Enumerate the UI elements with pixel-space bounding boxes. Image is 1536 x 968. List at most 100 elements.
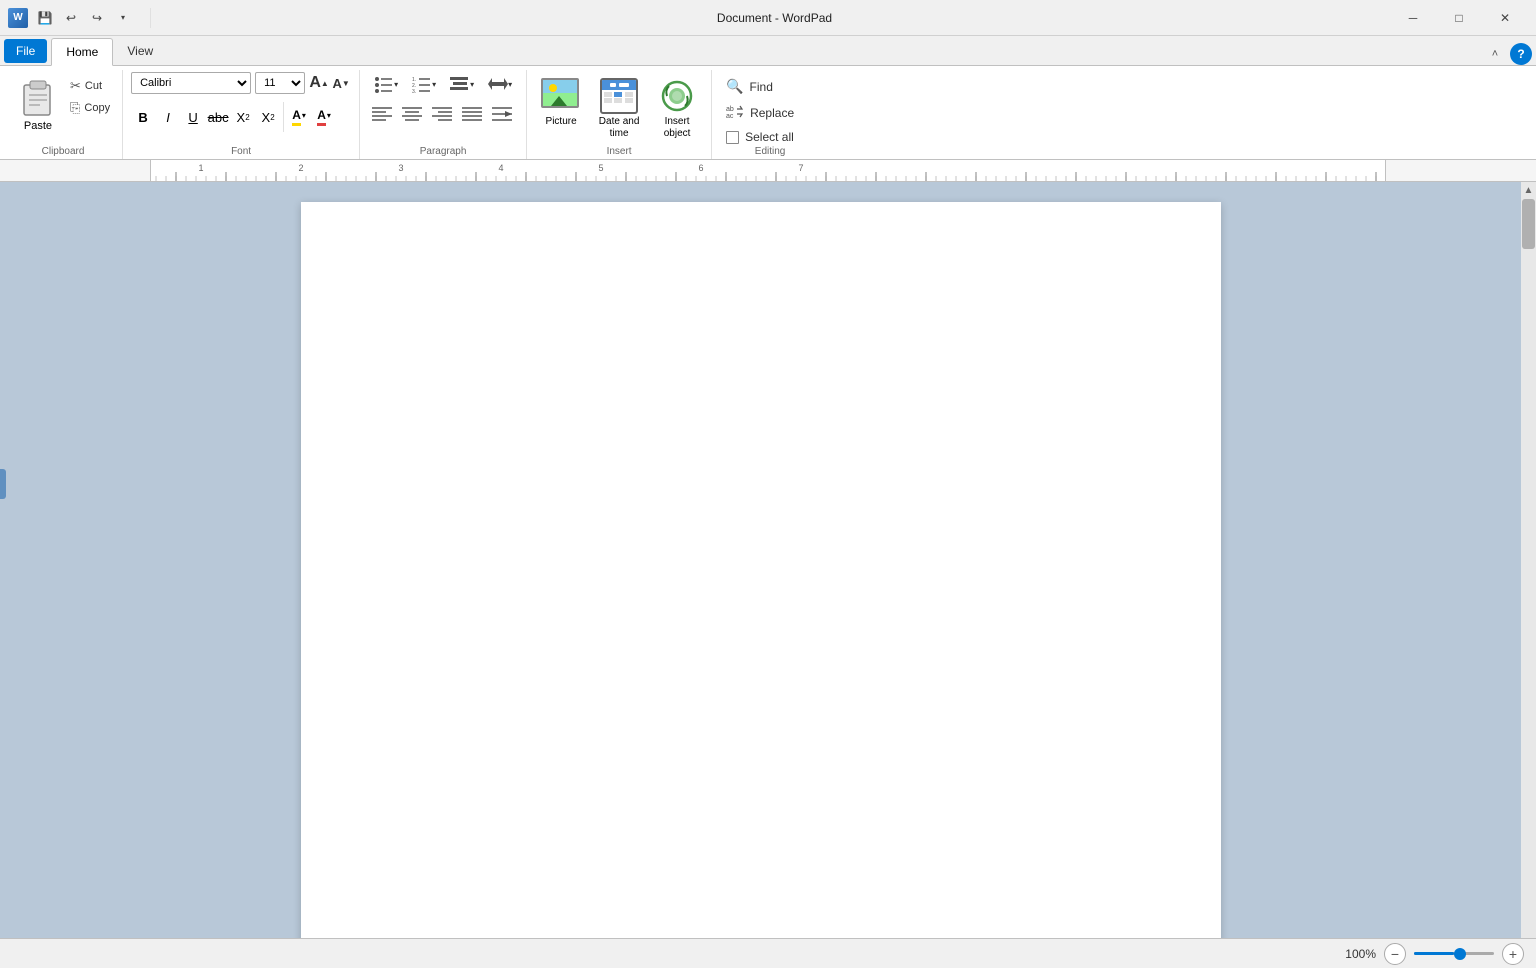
highlight-bar [292, 123, 301, 126]
maximize-button[interactable]: □ [1436, 0, 1482, 36]
ruler: 1 2 3 4 5 6 7 [0, 160, 1536, 182]
paste-button[interactable]: Paste [12, 72, 64, 136]
superscript-button[interactable]: X2 [256, 105, 280, 129]
document-scroll-area[interactable] [0, 182, 1521, 968]
document-page[interactable] [301, 202, 1221, 948]
app-icon: W [8, 8, 28, 28]
select-all-label: Select all [745, 130, 794, 144]
underline-button[interactable]: U [181, 105, 205, 129]
select-all-button[interactable]: Select all [720, 128, 820, 146]
ruler-svg: 1 2 3 4 5 6 7 [151, 160, 1385, 181]
scroll-up-button[interactable]: ▲ [1522, 184, 1535, 197]
copy-button[interactable]: ⎘ Copy [66, 98, 114, 118]
insert-label: Insert [535, 146, 703, 159]
replace-label: Replace [750, 106, 794, 120]
grow-font-button[interactable]: A▲ [309, 73, 329, 93]
ribbon-tabs: File Home View ˄ ? [0, 36, 1536, 66]
paragraph-group: ▾ 1. 2. 3. ▾ [360, 70, 527, 159]
subscript-button[interactable]: X2 [231, 105, 255, 129]
save-button[interactable]: 💾 [34, 7, 56, 29]
font-color-button[interactable]: A ▾ [312, 105, 336, 129]
paragraph-label: Paragraph [368, 146, 518, 159]
svg-text:ab: ab [726, 106, 734, 113]
paste-label: Paste [24, 120, 52, 132]
zoom-in-button[interactable]: + [1502, 943, 1524, 965]
zoom-track[interactable] [1414, 952, 1494, 955]
left-edge-indicator [0, 469, 6, 499]
cut-button[interactable]: ✂ Cut [66, 76, 114, 96]
zoom-slider-thumb[interactable] [1454, 948, 1466, 960]
editing-group-content: 🔍 Find ab ac Replace [720, 72, 820, 146]
clipboard-group-content: Paste ✂ Cut ⎘ Copy [12, 72, 114, 146]
qa-dropdown-button[interactable]: ▾ [112, 7, 134, 29]
font-size-buttons: A▲ A▼ [309, 73, 351, 93]
find-label: Find [750, 80, 773, 94]
paste-icon [18, 76, 58, 118]
line-spacing-button[interactable]: ▾ [482, 72, 518, 96]
insert-group: Picture [527, 70, 712, 159]
minimize-button[interactable]: ─ [1390, 0, 1436, 36]
title-separator [150, 8, 151, 28]
italic-button[interactable]: I [156, 105, 180, 129]
undo-button[interactable]: ↩ [60, 7, 82, 29]
replace-button[interactable]: ab ac Replace [720, 101, 820, 124]
font-color-bar [317, 123, 326, 126]
align-left-button[interactable] [368, 102, 396, 126]
svg-text:7: 7 [798, 163, 803, 173]
picture-label: Picture [546, 116, 577, 128]
font-row2: B I U abc X2 X2 A ▾ [131, 100, 336, 134]
tab-view[interactable]: View [113, 37, 167, 65]
editing-group: 🔍 Find ab ac Replace [712, 70, 828, 159]
find-button[interactable]: 🔍 Find [720, 76, 820, 97]
font-size-select[interactable]: 11 [255, 72, 305, 94]
bullets-button[interactable]: ▾ [368, 72, 404, 96]
scrollbar-thumb[interactable] [1522, 199, 1535, 249]
editing-label: Editing [720, 146, 820, 159]
indent-right-button[interactable] [488, 102, 516, 126]
replace-icon: ab ac [726, 103, 744, 122]
window-title: Document - WordPad [159, 11, 1390, 25]
svg-text:ac: ac [726, 113, 734, 119]
highlight-color-button[interactable]: A ▾ [287, 105, 311, 129]
picture-icon [539, 76, 583, 116]
numbering-button[interactable]: 1. 2. 3. ▾ [406, 72, 442, 96]
font-group-content: Calibri 11 A▲ A▼ B I U abc X2 X [131, 72, 351, 146]
copy-icon: ⎘ [70, 100, 80, 116]
clipboard-secondary: ✂ Cut ⎘ Copy [66, 72, 114, 118]
insert-object-label: Insert object [655, 116, 699, 140]
find-icon: 🔍 [726, 78, 743, 95]
picture-button[interactable]: Picture [535, 72, 587, 132]
datetime-label: Date and time [597, 116, 641, 140]
list-style-button[interactable]: ▾ [444, 72, 480, 96]
svg-text:4: 4 [498, 163, 503, 173]
svg-text:1: 1 [198, 163, 203, 173]
close-button[interactable]: ✕ [1482, 0, 1528, 36]
shrink-font-button[interactable]: A▼ [331, 73, 351, 93]
help-button[interactable]: ? [1510, 43, 1532, 65]
ribbon-collapse-button[interactable]: ˄ [1484, 43, 1506, 65]
tab-home[interactable]: Home [51, 38, 113, 66]
redo-button[interactable]: ↪ [86, 7, 108, 29]
font-name-select[interactable]: Calibri [131, 72, 251, 94]
svg-text:6: 6 [698, 163, 703, 173]
datetime-button[interactable]: Date and time [593, 72, 645, 144]
zoom-out-button[interactable]: − [1384, 943, 1406, 965]
ribbon: Paste ✂ Cut ⎘ Copy Clipboard [0, 66, 1536, 160]
insert-object-button[interactable]: Insert object [651, 72, 703, 144]
strikethrough-button[interactable]: abc [206, 105, 230, 129]
paragraph-row2 [368, 102, 516, 126]
insert-object-icon [655, 76, 699, 116]
align-justify-button[interactable] [458, 102, 486, 126]
zoom-level-label: 100% [1345, 947, 1376, 961]
bold-button[interactable]: B [131, 105, 155, 129]
scissors-icon: ✂ [70, 78, 81, 94]
select-all-icon [726, 131, 739, 144]
align-center-button[interactable] [398, 102, 426, 126]
vertical-scrollbar[interactable]: ▲ [1521, 182, 1536, 968]
align-right-button[interactable] [428, 102, 456, 126]
zoom-track-fill [1414, 952, 1454, 955]
paragraph-group-content: ▾ 1. 2. 3. ▾ [368, 72, 518, 146]
datetime-icon [597, 76, 641, 116]
tab-file[interactable]: File [4, 39, 47, 63]
svg-text:2: 2 [298, 163, 303, 173]
